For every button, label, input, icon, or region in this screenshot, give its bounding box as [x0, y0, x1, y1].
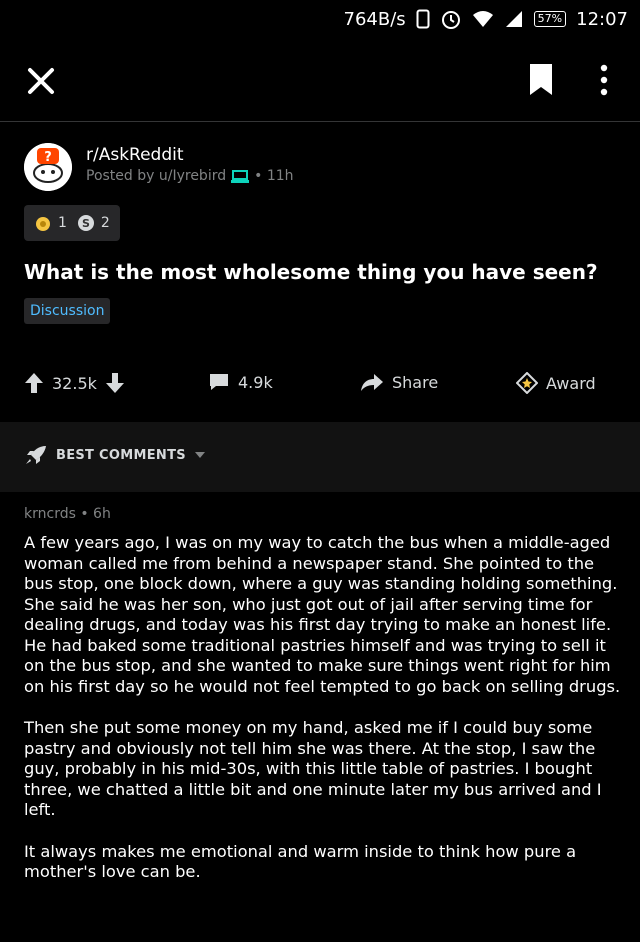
post-title: What is the most wholesome thing you hav… — [24, 260, 598, 284]
gold-medal-icon — [34, 214, 52, 232]
close-button[interactable] — [24, 64, 58, 98]
clock: 12:07 — [576, 8, 628, 30]
alarm-icon — [440, 8, 462, 30]
comment-paragraph: It always makes me emotional and warm in… — [24, 841, 577, 882]
comment-icon — [208, 372, 230, 392]
award-button[interactable]: Award — [516, 372, 596, 394]
svg-text:S: S — [82, 217, 90, 230]
upvote-icon — [25, 373, 43, 393]
vote-count: 32.5k — [52, 373, 97, 393]
share-label: Share — [392, 372, 439, 392]
wifi-icon — [472, 10, 494, 28]
network-speed: 764B/s — [343, 8, 406, 30]
status-bar: 764B/s 57% 12:07 — [0, 0, 640, 38]
post-flair[interactable]: Discussion — [24, 298, 111, 324]
phone-icon — [416, 9, 430, 29]
post-meta: Posted by u/Iyrebird • 11h — [86, 168, 294, 184]
signal-icon — [504, 10, 524, 28]
sort-label: BEST COMMENTS — [56, 447, 186, 463]
comment-age: • 6h — [80, 506, 111, 522]
subreddit-avatar[interactable]: ? — [24, 143, 72, 191]
comment-paragraph: A few years ago, I was on my way to catc… — [24, 533, 621, 696]
silver-coin-icon: S — [77, 214, 95, 232]
chevron-down-icon — [194, 451, 206, 459]
more-options-button[interactable] — [594, 62, 614, 98]
more-vertical-icon — [600, 64, 608, 96]
bookmark-icon — [530, 64, 552, 95]
share-button[interactable]: Share — [360, 372, 438, 392]
award-icon — [516, 372, 538, 394]
header-divider — [0, 121, 640, 122]
vote-group: 32.5k — [24, 372, 125, 394]
rocket-icon — [24, 444, 48, 466]
post-age: • 11h — [254, 168, 294, 184]
snoo-avatar-icon — [230, 168, 250, 184]
award-label: Award — [546, 373, 596, 393]
awards-bar[interactable]: 1 S 2 — [24, 205, 120, 241]
post-actions: 32.5k 4.9k Share Award — [0, 366, 640, 402]
upvote-button[interactable] — [24, 372, 44, 394]
gold-award-count: 1 — [58, 215, 67, 231]
share-icon — [360, 372, 384, 392]
comment-paragraph: Then she put some money on my hand, aske… — [24, 718, 602, 819]
svg-text:?: ? — [44, 150, 52, 165]
askreddit-logo-icon: ? — [24, 143, 72, 191]
downvote-icon — [105, 373, 124, 393]
downvote-button[interactable] — [105, 372, 125, 394]
subreddit-name[interactable]: r/AskReddit — [86, 145, 184, 165]
posted-by[interactable]: Posted by u/Iyrebird — [86, 168, 226, 184]
silver-award-count: 2 — [100, 215, 110, 231]
sort-dropdown[interactable]: BEST COMMENTS — [24, 444, 206, 466]
comment-meta: krncrds • 6h — [24, 506, 111, 522]
comments-button[interactable]: 4.9k — [208, 372, 273, 392]
top-bar — [0, 50, 640, 112]
save-button[interactable] — [528, 62, 554, 98]
comment-body: A few years ago, I was on my way to catc… — [24, 533, 624, 904]
comment-count: 4.9k — [238, 372, 273, 392]
close-icon — [28, 68, 54, 94]
battery-indicator: 57% — [533, 11, 567, 27]
post-header: ? r/AskReddit Posted by u/Iyrebird • 11h — [24, 143, 624, 193]
comment-author[interactable]: krncrds — [24, 506, 76, 522]
